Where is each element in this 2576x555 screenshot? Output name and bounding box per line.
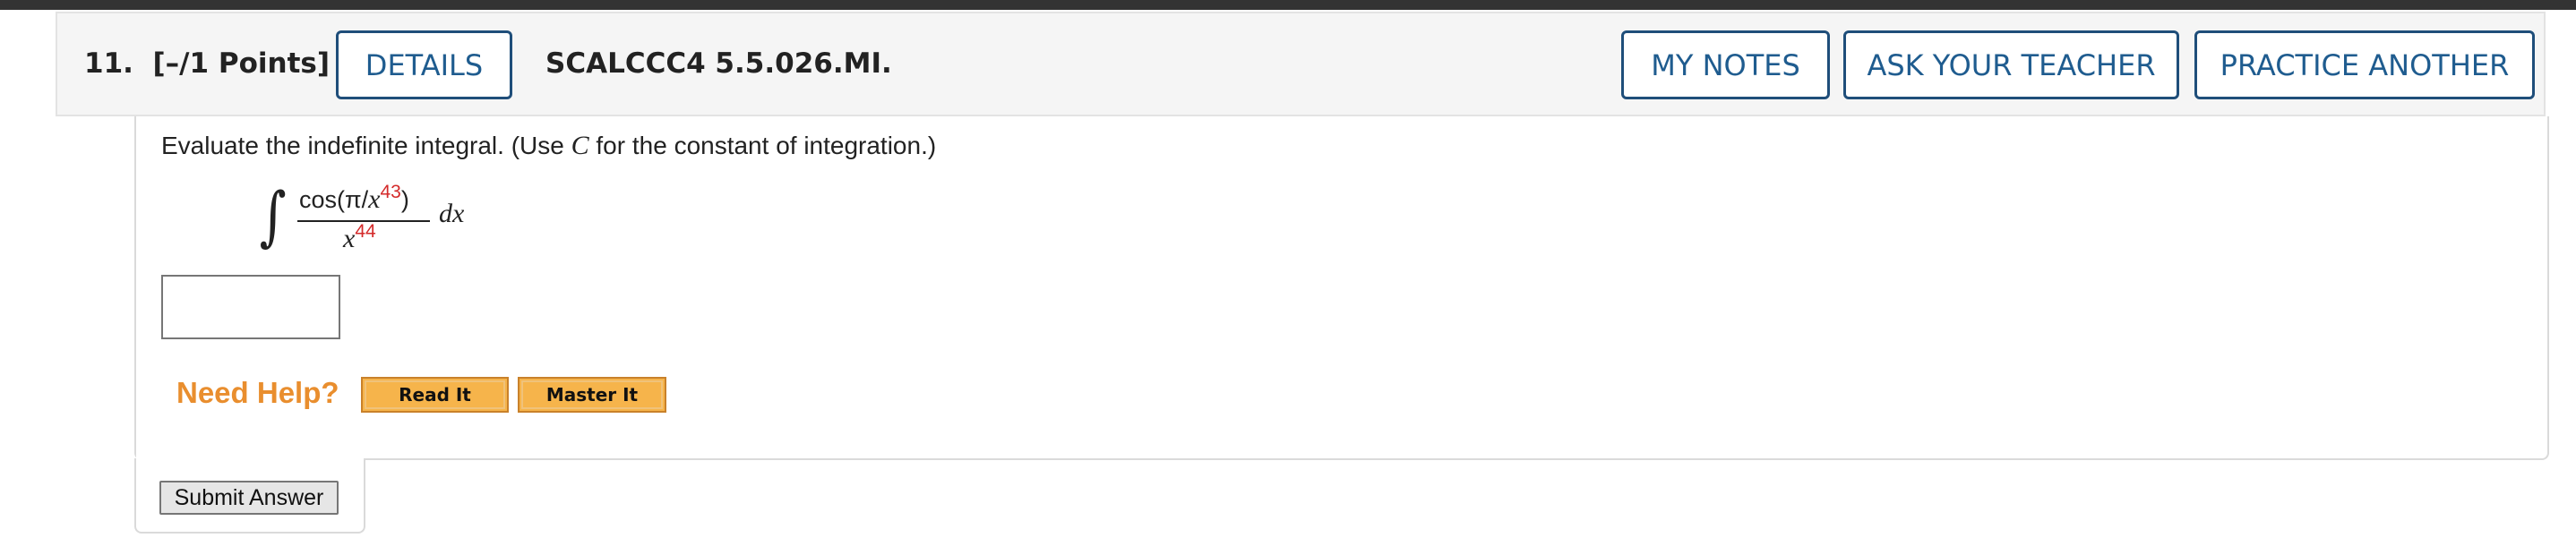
submit-answer-button[interactable]: Submit Answer: [159, 481, 339, 515]
integrand-numerator: cos(π/x43): [299, 182, 409, 214]
question-points: [–/1 Points]: [152, 47, 331, 80]
differential: dx: [439, 199, 465, 228]
integrand-denominator: x44: [343, 221, 376, 253]
answer-input[interactable]: [161, 275, 340, 339]
top-bar: [0, 0, 2576, 10]
tab-joint: [136, 452, 364, 465]
integral-sign: ∫: [259, 178, 287, 253]
practice-another-button[interactable]: PRACTICE ANOTHER: [2194, 30, 2535, 99]
numerator-exponent: 43: [380, 182, 401, 202]
denominator-exponent: 44: [355, 221, 376, 242]
question-number-points: 11. [–/1 Points]: [84, 13, 330, 115]
instruction-text: Evaluate the indefinite integral. (Use C…: [161, 131, 937, 160]
question-header: 11. [–/1 Points] DETAILS SCALCCC4 5.5.02…: [56, 12, 2546, 116]
question-id: SCALCCC4 5.5.026.MI.: [545, 47, 892, 80]
read-it-button[interactable]: Read It: [361, 377, 509, 413]
question-number: 11.: [84, 47, 133, 80]
details-button[interactable]: DETAILS: [336, 30, 512, 99]
master-it-button[interactable]: Master It: [518, 377, 666, 413]
ask-your-teacher-button[interactable]: ASK YOUR TEACHER: [1843, 30, 2179, 99]
my-notes-button[interactable]: MY NOTES: [1621, 30, 1830, 99]
need-help-label: Need Help?: [176, 376, 339, 409]
